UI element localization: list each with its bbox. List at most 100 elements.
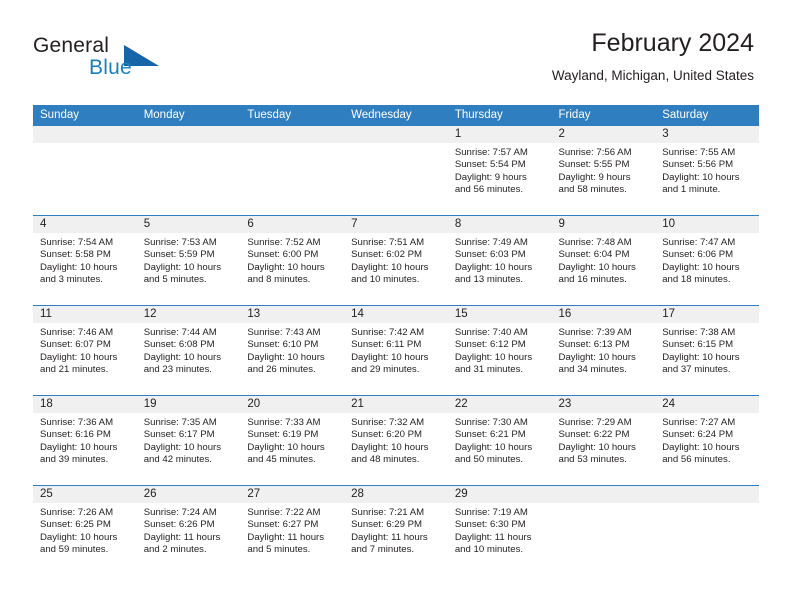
day-details: Sunrise: 7:46 AM Sunset: 6:07 PM Daylight:… xyxy=(33,323,137,377)
daylight-line-1: Daylight: 10 hours xyxy=(40,441,118,453)
calendar-day-cell[interactable]: 8 Sunrise: 7:49 AM Sunset: 6:03 PM Daylight… xyxy=(447,215,552,306)
daylight-line-1: Daylight: 10 hours xyxy=(662,171,740,183)
calendar-day-cell[interactable]: 10 Sunrise: 7:47 AM Sunset: 6:06 PM Dayligh… xyxy=(655,215,759,306)
day-cell-inner: 27 Sunrise: 7:22 AM Sunset: 6:27 PM Dayligh… xyxy=(240,486,345,575)
calendar-day-cell[interactable]: 7 Sunrise: 7:51 AM Sunset: 6:02 PM Daylight… xyxy=(344,215,448,306)
calendar-day-cell[interactable]: 24 Sunrise: 7:27 AM Sunset: 6:24 PM Dayligh… xyxy=(655,395,759,486)
day-details: Sunrise: 7:40 AM Sunset: 6:12 PM Daylight:… xyxy=(448,323,552,377)
calendar-day-cell[interactable]: 22 Sunrise: 7:30 AM Sunset: 6:21 PM Dayligh… xyxy=(447,395,552,486)
general-blue-logo[interactable]: General Blue xyxy=(33,34,263,86)
day-cell-inner: 20 Sunrise: 7:33 AM Sunset: 6:19 PM Dayligh… xyxy=(240,396,345,485)
calendar-day-cell[interactable]: 29 Sunrise: 7:19 AM Sunset: 6:30 PM Dayligh… xyxy=(447,485,552,575)
day-details: Sunrise: 7:30 AM Sunset: 6:21 PM Daylight:… xyxy=(448,413,552,467)
calendar-day-cell[interactable]: 21 Sunrise: 7:32 AM Sunset: 6:20 PM Dayligh… xyxy=(344,395,448,486)
day-number: 23 xyxy=(551,396,656,413)
day-details: Sunrise: 7:19 AM Sunset: 6:30 PM Daylight:… xyxy=(448,503,552,557)
daylight-line-1: Daylight: 9 hours xyxy=(454,171,527,183)
sunset-time: Sunset: 5:55 PM xyxy=(558,159,630,171)
sunset-time: Sunset: 6:15 PM xyxy=(662,339,734,351)
daylight-line-1: Daylight: 9 hours xyxy=(558,171,631,183)
calendar-day-cell[interactable]: 17 Sunrise: 7:38 AM Sunset: 6:15 PM Dayligh… xyxy=(655,305,759,396)
calendar-day-cell[interactable]: 1 Sunrise: 7:57 AM Sunset: 5:54 PM Daylight… xyxy=(447,126,552,216)
day-details: Sunrise: 7:35 AM Sunset: 6:17 PM Daylight:… xyxy=(137,413,241,467)
weekday-header-row: Sunday Monday Tuesday Wednesday Thursday… xyxy=(33,105,759,126)
sunrise-time: Sunrise: 7:53 AM xyxy=(143,237,217,248)
day-cell-inner: 12 Sunrise: 7:44 AM Sunset: 6:08 PM Dayligh… xyxy=(136,306,241,395)
daylight-line-2: and 10 minutes. xyxy=(454,544,524,556)
daylight-line-2: and 45 minutes. xyxy=(247,454,316,466)
day-cell-inner: 25 Sunrise: 7:26 AM Sunset: 6:25 PM Dayligh… xyxy=(33,486,137,575)
daylight-line-2: and 18 minutes. xyxy=(662,274,731,286)
day-number: 27 xyxy=(240,486,345,503)
calendar-day-cell[interactable]: 13 Sunrise: 7:43 AM Sunset: 6:10 PM Dayligh… xyxy=(240,305,345,396)
day-cell-inner xyxy=(655,486,759,575)
calendar-day-cell[interactable]: 26 Sunrise: 7:24 AM Sunset: 6:26 PM Dayligh… xyxy=(136,485,241,575)
daylight-line-1: Daylight: 10 hours xyxy=(247,441,325,453)
calendar-day-cell-empty xyxy=(33,126,137,216)
day-cell-inner: 7 Sunrise: 7:51 AM Sunset: 6:02 PM Daylight… xyxy=(344,216,448,305)
calendar-day-cell[interactable]: 20 Sunrise: 7:33 AM Sunset: 6:19 PM Dayligh… xyxy=(240,395,345,486)
day-cell-inner: 9 Sunrise: 7:48 AM Sunset: 6:04 PM Daylight… xyxy=(551,216,656,305)
day-cell-inner: 19 Sunrise: 7:35 AM Sunset: 6:17 PM Dayligh… xyxy=(136,396,241,485)
day-number xyxy=(33,126,137,143)
logo-text-blue: Blue xyxy=(89,56,132,79)
calendar-day-cell[interactable]: 3 Sunrise: 7:55 AM Sunset: 5:56 PM Daylight… xyxy=(655,126,759,216)
day-number xyxy=(344,126,448,143)
daylight-line-2: and 37 minutes. xyxy=(662,364,731,376)
sunrise-time: Sunrise: 7:46 AM xyxy=(40,327,114,338)
day-number: 3 xyxy=(655,126,759,143)
day-cell-inner: 16 Sunrise: 7:39 AM Sunset: 6:13 PM Dayligh… xyxy=(551,306,656,395)
daylight-line-2: and 48 minutes. xyxy=(351,454,420,466)
sunrise-time: Sunrise: 7:38 AM xyxy=(662,327,736,338)
calendar-day-cell[interactable]: 28 Sunrise: 7:21 AM Sunset: 6:29 PM Dayligh… xyxy=(344,485,448,575)
daylight-line-2: and 31 minutes. xyxy=(454,364,524,376)
day-number: 6 xyxy=(240,216,345,233)
sunrise-time: Sunrise: 7:27 AM xyxy=(662,417,736,428)
daylight-line-1: Daylight: 10 hours xyxy=(351,441,429,453)
calendar-day-cell[interactable]: 16 Sunrise: 7:39 AM Sunset: 6:13 PM Dayligh… xyxy=(551,305,656,396)
calendar-day-cell[interactable]: 9 Sunrise: 7:48 AM Sunset: 6:04 PM Daylight… xyxy=(551,215,656,306)
daylight-line-2: and 13 minutes. xyxy=(454,274,524,286)
day-cell-inner: 2 Sunrise: 7:56 AM Sunset: 5:55 PM Daylight… xyxy=(551,126,656,215)
day-cell-inner: 10 Sunrise: 7:47 AM Sunset: 6:06 PM Dayligh… xyxy=(655,216,759,305)
weekday-header-saturday: Saturday xyxy=(655,105,759,126)
daylight-line-1: Daylight: 10 hours xyxy=(351,261,429,273)
sunset-time: Sunset: 6:19 PM xyxy=(247,429,319,441)
calendar-day-cell[interactable]: 14 Sunrise: 7:42 AM Sunset: 6:11 PM Dayligh… xyxy=(344,305,448,396)
weekday-header-tuesday: Tuesday xyxy=(240,105,345,126)
calendar-day-cell[interactable]: 27 Sunrise: 7:22 AM Sunset: 6:27 PM Dayligh… xyxy=(240,485,345,575)
weekday-header-wednesday: Wednesday xyxy=(344,105,448,126)
calendar-day-cell[interactable]: 5 Sunrise: 7:53 AM Sunset: 5:59 PM Daylight… xyxy=(136,215,241,306)
calendar-day-cell[interactable]: 19 Sunrise: 7:35 AM Sunset: 6:17 PM Dayligh… xyxy=(136,395,241,486)
sunrise-time: Sunrise: 7:36 AM xyxy=(40,417,114,428)
day-cell-inner: 26 Sunrise: 7:24 AM Sunset: 6:26 PM Dayligh… xyxy=(136,486,241,575)
day-details: Sunrise: 7:54 AM Sunset: 5:58 PM Daylight:… xyxy=(33,233,137,287)
daylight-line-2: and 29 minutes. xyxy=(351,364,420,376)
sunset-time: Sunset: 6:07 PM xyxy=(40,339,111,351)
day-details: Sunrise: 7:39 AM Sunset: 6:13 PM Daylight:… xyxy=(552,323,656,377)
sunset-time: Sunset: 6:06 PM xyxy=(662,249,734,261)
day-cell-inner: 11 Sunrise: 7:46 AM Sunset: 6:07 PM Dayligh… xyxy=(33,306,137,395)
calendar-day-cell[interactable]: 6 Sunrise: 7:52 AM Sunset: 6:00 PM Daylight… xyxy=(240,215,345,306)
day-number xyxy=(240,126,345,143)
calendar-day-cell[interactable]: 11 Sunrise: 7:46 AM Sunset: 6:07 PM Dayligh… xyxy=(33,305,137,396)
calendar-day-cell[interactable]: 4 Sunrise: 7:54 AM Sunset: 5:58 PM Daylight… xyxy=(33,215,137,306)
day-number: 25 xyxy=(33,486,137,503)
day-number: 24 xyxy=(655,396,759,413)
sunrise-time: Sunrise: 7:51 AM xyxy=(351,237,425,248)
day-number: 11 xyxy=(33,306,137,323)
calendar-day-cell[interactable]: 25 Sunrise: 7:26 AM Sunset: 6:25 PM Dayligh… xyxy=(33,485,137,575)
calendar-day-cell[interactable]: 2 Sunrise: 7:56 AM Sunset: 5:55 PM Daylight… xyxy=(551,126,656,216)
day-cell-inner: 28 Sunrise: 7:21 AM Sunset: 6:29 PM Dayligh… xyxy=(344,486,448,575)
daylight-line-2: and 8 minutes. xyxy=(247,274,311,286)
calendar-day-cell[interactable]: 12 Sunrise: 7:44 AM Sunset: 6:08 PM Dayligh… xyxy=(136,305,241,396)
calendar-day-cell[interactable]: 15 Sunrise: 7:40 AM Sunset: 6:12 PM Dayligh… xyxy=(447,305,552,396)
sunrise-time: Sunrise: 7:55 AM xyxy=(662,147,736,158)
day-number: 9 xyxy=(551,216,656,233)
daylight-line-2: and 34 minutes. xyxy=(558,364,627,376)
daylight-line-1: Daylight: 11 hours xyxy=(143,531,221,543)
calendar-day-cell[interactable]: 18 Sunrise: 7:36 AM Sunset: 6:16 PM Dayligh… xyxy=(33,395,137,486)
calendar-day-cell[interactable]: 23 Sunrise: 7:29 AM Sunset: 6:22 PM Dayligh… xyxy=(551,395,656,486)
sunset-time: Sunset: 6:08 PM xyxy=(143,339,215,351)
daylight-line-2: and 56 minutes. xyxy=(662,454,731,466)
